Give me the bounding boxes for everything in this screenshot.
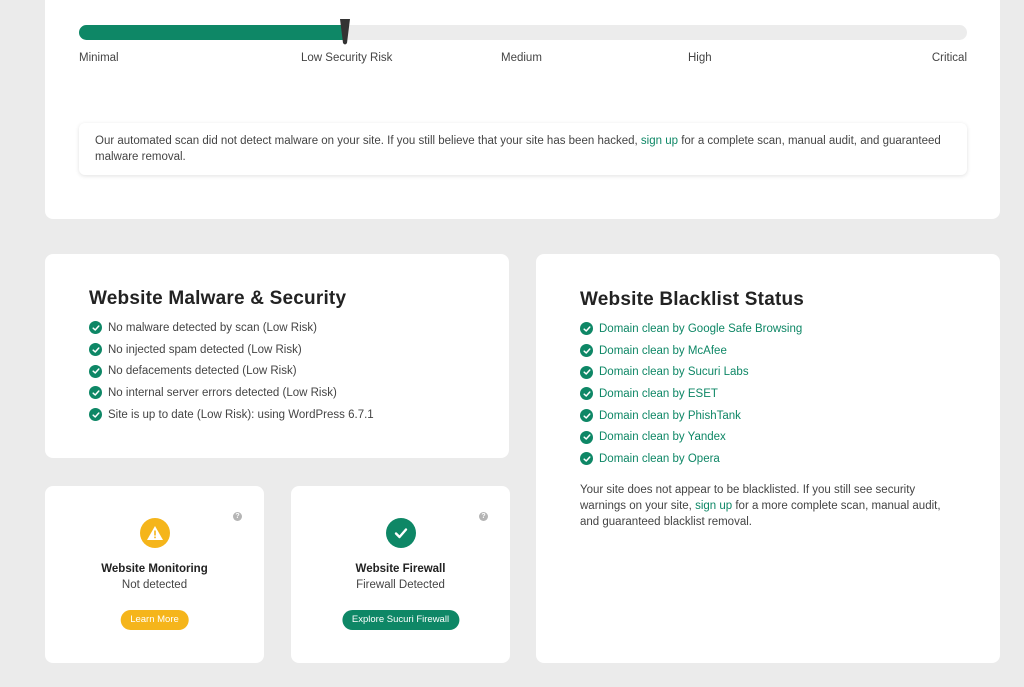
malware-security-card: Website Malware & Security No malware de… xyxy=(45,254,509,458)
check-circle-icon xyxy=(580,452,593,466)
list-item: Domain clean by McAfee xyxy=(580,340,802,362)
scan-notice: Our automated scan did not detect malwar… xyxy=(79,123,967,175)
explore-firewall-button[interactable]: Explore Sucuri Firewall xyxy=(341,610,460,630)
check-circle-icon xyxy=(385,518,416,548)
blacklist-check-list: Domain clean by Google Safe Browsing Dom… xyxy=(580,318,802,470)
malware-card-title: Website Malware & Security xyxy=(89,288,347,309)
malware-item-label: No malware detected by scan (Low Risk) xyxy=(108,321,317,334)
help-icon[interactable]: ? xyxy=(233,512,242,521)
check-circle-icon xyxy=(580,387,593,401)
monitoring-title: Website Monitoring xyxy=(101,563,208,575)
check-circle-icon xyxy=(89,343,102,357)
check-circle-icon xyxy=(580,430,593,444)
firewall-card: ? Website Firewall Firewall Detected Exp… xyxy=(291,486,510,663)
malware-item-label: Site is up to date (Low Risk): using Wor… xyxy=(108,408,374,421)
blacklist-item-link[interactable]: Domain clean by Sucuri Labs xyxy=(599,366,749,378)
blacklist-item-link[interactable]: Domain clean by Google Safe Browsing xyxy=(599,323,802,335)
risk-scale-labels: Minimal Low Security Risk Medium High Cr… xyxy=(79,52,967,68)
risk-label-low: Low Security Risk xyxy=(301,52,393,64)
check-circle-icon xyxy=(89,364,102,378)
check-circle-icon xyxy=(580,322,593,336)
check-circle-icon xyxy=(580,344,593,358)
risk-meter-fill xyxy=(79,25,345,40)
risk-marker-icon xyxy=(340,19,350,45)
blacklist-item-link[interactable]: Domain clean by Opera xyxy=(599,453,720,465)
blacklist-item-link[interactable]: Domain clean by Yandex xyxy=(599,431,726,443)
malware-item-label: No internal server errors detected (Low … xyxy=(108,386,337,399)
check-circle-icon xyxy=(580,365,593,379)
risk-label-medium: Medium xyxy=(501,52,542,64)
check-circle-icon xyxy=(89,321,102,335)
firewall-title: Website Firewall xyxy=(355,563,446,575)
check-circle-icon xyxy=(89,408,102,422)
notice-text: Our automated scan did not detect malwar… xyxy=(95,135,641,147)
malware-check-list: No malware detected by scan (Low Risk) N… xyxy=(89,317,374,425)
warning-icon xyxy=(139,518,170,548)
list-item: Domain clean by Yandex xyxy=(580,426,802,448)
blacklist-status-card: Website Blacklist Status Domain clean by… xyxy=(536,254,1000,663)
notice-signup-link[interactable]: sign up xyxy=(641,135,678,147)
list-item: Domain clean by Opera xyxy=(580,448,802,470)
risk-label-high: High xyxy=(688,52,712,64)
list-item: No injected spam detected (Low Risk) xyxy=(89,339,374,361)
blacklist-item-link[interactable]: Domain clean by ESET xyxy=(599,388,718,400)
list-item: Domain clean by Sucuri Labs xyxy=(580,361,802,383)
list-item: Site is up to date (Low Risk): using Wor… xyxy=(89,404,374,426)
risk-label-critical: Critical xyxy=(931,52,967,64)
blacklist-signup-link[interactable]: sign up xyxy=(695,500,732,512)
blacklist-notice: Your site does not appear to be blacklis… xyxy=(580,482,960,530)
malware-item-label: No defacements detected (Low Risk) xyxy=(108,365,297,378)
help-icon[interactable]: ? xyxy=(479,512,488,521)
firewall-status: Firewall Detected xyxy=(356,579,445,591)
list-item: Domain clean by Google Safe Browsing xyxy=(580,318,802,340)
list-item: Domain clean by PhishTank xyxy=(580,405,802,427)
list-item: Domain clean by ESET xyxy=(580,383,802,405)
check-circle-icon xyxy=(89,386,102,400)
blacklist-item-link[interactable]: Domain clean by PhishTank xyxy=(599,410,741,422)
list-item: No defacements detected (Low Risk) xyxy=(89,360,374,382)
monitoring-card: ? Website Monitoring Not detected Learn … xyxy=(45,486,264,663)
list-item: No malware detected by scan (Low Risk) xyxy=(89,317,374,339)
learn-more-button[interactable]: Learn More xyxy=(120,610,189,630)
blacklist-item-link[interactable]: Domain clean by McAfee xyxy=(599,345,727,357)
check-circle-icon xyxy=(580,409,593,423)
monitoring-status: Not detected xyxy=(121,579,188,591)
risk-label-minimal: Minimal xyxy=(79,52,119,64)
risk-card: Minimal Low Security Risk Medium High Cr… xyxy=(45,0,1000,219)
list-item: No internal server errors detected (Low … xyxy=(89,382,374,404)
malware-item-label: No injected spam detected (Low Risk) xyxy=(108,343,302,356)
blacklist-card-title: Website Blacklist Status xyxy=(580,289,805,310)
risk-meter xyxy=(79,19,967,45)
